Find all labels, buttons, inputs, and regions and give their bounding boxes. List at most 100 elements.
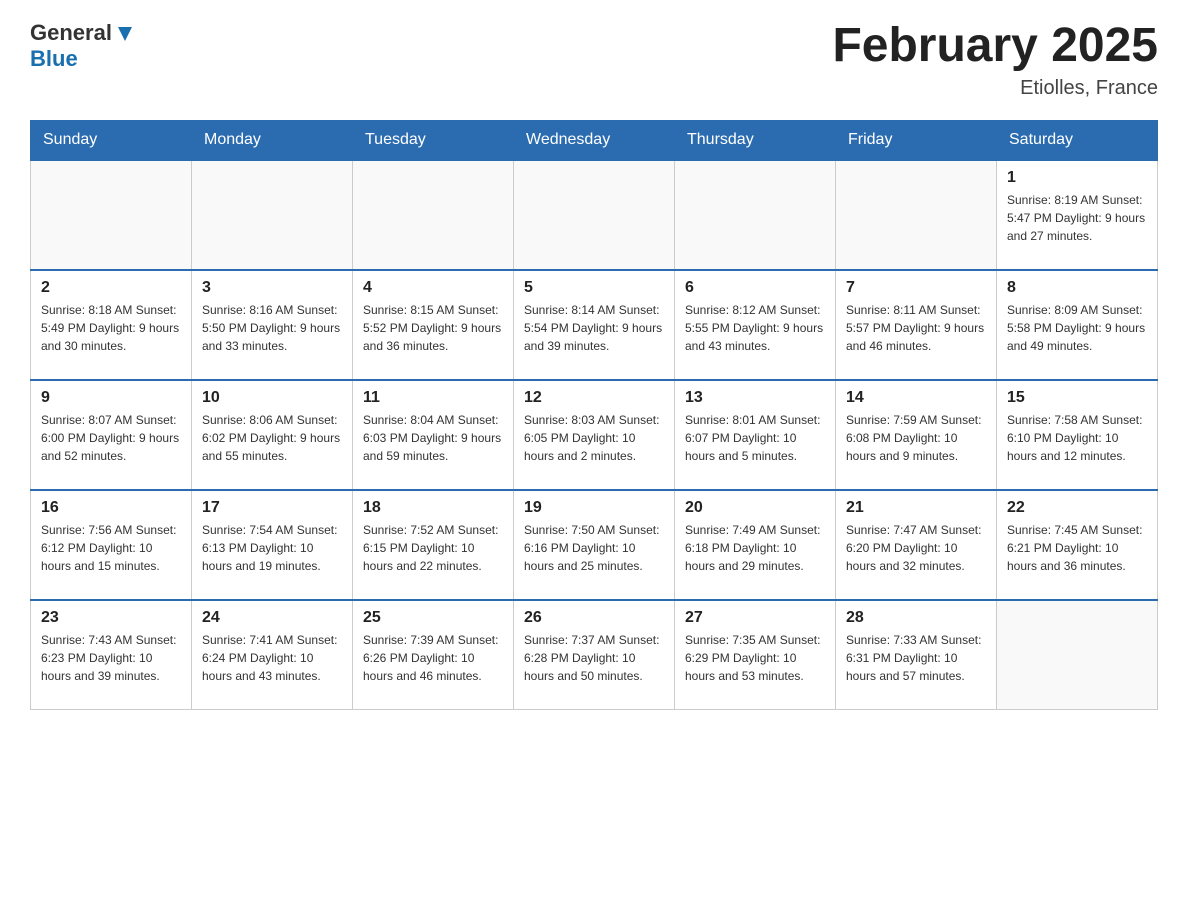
day-info: Sunrise: 8:04 AM Sunset: 6:03 PM Dayligh… (363, 411, 503, 465)
day-info: Sunrise: 7:33 AM Sunset: 6:31 PM Dayligh… (846, 631, 986, 685)
calendar-cell (997, 600, 1158, 710)
day-number: 9 (41, 389, 181, 407)
calendar-cell (836, 160, 997, 270)
day-info: Sunrise: 8:11 AM Sunset: 5:57 PM Dayligh… (846, 301, 986, 355)
calendar-cell: 28 Sunrise: 7:33 AM Sunset: 6:31 PM Dayli… (836, 600, 997, 710)
calendar-cell: 25 Sunrise: 7:39 AM Sunset: 6:26 PM Dayli… (353, 600, 514, 710)
calendar-cell: 13Sunrise: 8:01 AM Sunset: 6:07 PM Dayli… (675, 380, 836, 490)
day-number: 24 (202, 609, 342, 627)
day-info: Sunrise: 7:52 AM Sunset: 6:15 PM Dayligh… (363, 521, 503, 575)
header-friday: Friday (836, 120, 997, 160)
title-section: February 2025 Etiolles, France (832, 20, 1158, 100)
day-info: Sunrise: 7:35 AM Sunset: 6:29 PM Dayligh… (685, 631, 825, 685)
day-number: 16 (41, 499, 181, 517)
calendar-cell: 19 Sunrise: 7:50 AM Sunset: 6:16 PM Dayli… (514, 490, 675, 600)
calendar-cell: 1 Sunrise: 8:19 AM Sunset: 5:47 PM Daylig… (997, 160, 1158, 270)
calendar-cell: 17 Sunrise: 7:54 AM Sunset: 6:13 PM Dayli… (192, 490, 353, 600)
day-info: Sunrise: 7:58 AM Sunset: 6:10 PM Dayligh… (1007, 411, 1147, 465)
day-number: 5 (524, 279, 664, 297)
day-info: Sunrise: 8:16 AM Sunset: 5:50 PM Dayligh… (202, 301, 342, 355)
day-info: Sunrise: 7:39 AM Sunset: 6:26 PM Dayligh… (363, 631, 503, 685)
day-number: 13 (685, 389, 825, 407)
day-info: Sunrise: 7:49 AM Sunset: 6:18 PM Dayligh… (685, 521, 825, 575)
day-number: 6 (685, 279, 825, 297)
calendar-cell: 12 Sunrise: 8:03 AM Sunset: 6:05 PM Dayli… (514, 380, 675, 490)
week-row-1: 1 Sunrise: 8:19 AM Sunset: 5:47 PM Daylig… (31, 160, 1158, 270)
calendar-cell: 18 Sunrise: 7:52 AM Sunset: 6:15 PM Dayli… (353, 490, 514, 600)
calendar-cell: 22Sunrise: 7:45 AM Sunset: 6:21 PM Dayli… (997, 490, 1158, 600)
day-info: Sunrise: 7:45 AM Sunset: 6:21 PM Dayligh… (1007, 521, 1147, 575)
calendar-cell: 6 Sunrise: 8:12 AM Sunset: 5:55 PM Daylig… (675, 270, 836, 380)
day-info: Sunrise: 8:12 AM Sunset: 5:55 PM Dayligh… (685, 301, 825, 355)
day-number: 15 (1007, 389, 1147, 407)
calendar-cell: 3 Sunrise: 8:16 AM Sunset: 5:50 PM Daylig… (192, 270, 353, 380)
calendar-table: SundayMondayTuesdayWednesdayThursdayFrid… (30, 120, 1158, 711)
calendar-cell: 24 Sunrise: 7:41 AM Sunset: 6:24 PM Dayli… (192, 600, 353, 710)
location-label: Etiolles, France (832, 77, 1158, 100)
week-row-5: 23 Sunrise: 7:43 AM Sunset: 6:23 PM Dayli… (31, 600, 1158, 710)
calendar-cell: 11 Sunrise: 8:04 AM Sunset: 6:03 PM Dayli… (353, 380, 514, 490)
day-number: 18 (363, 499, 503, 517)
calendar-cell: 9 Sunrise: 8:07 AM Sunset: 6:00 PM Daylig… (31, 380, 192, 490)
calendar-cell: 14Sunrise: 7:59 AM Sunset: 6:08 PM Dayli… (836, 380, 997, 490)
header-saturday: Saturday (997, 120, 1158, 160)
calendar-cell: 27 Sunrise: 7:35 AM Sunset: 6:29 PM Dayli… (675, 600, 836, 710)
page-header: General Blue February 2025 Etiolles, Fra… (30, 20, 1158, 100)
calendar-cell (192, 160, 353, 270)
day-info: Sunrise: 7:50 AM Sunset: 6:16 PM Dayligh… (524, 521, 664, 575)
day-info: Sunrise: 8:03 AM Sunset: 6:05 PM Dayligh… (524, 411, 664, 465)
day-number: 23 (41, 609, 181, 627)
day-info: Sunrise: 8:15 AM Sunset: 5:52 PM Dayligh… (363, 301, 503, 355)
calendar-cell (31, 160, 192, 270)
day-number: 21 (846, 499, 986, 517)
header-sunday: Sunday (31, 120, 192, 160)
calendar-cell: 16Sunrise: 7:56 AM Sunset: 6:12 PM Dayli… (31, 490, 192, 600)
header-monday: Monday (192, 120, 353, 160)
day-number: 12 (524, 389, 664, 407)
calendar-cell (514, 160, 675, 270)
day-info: Sunrise: 7:37 AM Sunset: 6:28 PM Dayligh… (524, 631, 664, 685)
day-number: 14 (846, 389, 986, 407)
calendar-cell: 15 Sunrise: 7:58 AM Sunset: 6:10 PM Dayli… (997, 380, 1158, 490)
day-info: Sunrise: 7:43 AM Sunset: 6:23 PM Dayligh… (41, 631, 181, 685)
calendar-cell: 2Sunrise: 8:18 AM Sunset: 5:49 PM Daylig… (31, 270, 192, 380)
day-info: Sunrise: 8:18 AM Sunset: 5:49 PM Dayligh… (41, 301, 181, 355)
calendar-cell: 23 Sunrise: 7:43 AM Sunset: 6:23 PM Dayli… (31, 600, 192, 710)
day-info: Sunrise: 8:19 AM Sunset: 5:47 PM Dayligh… (1007, 191, 1147, 245)
day-info: Sunrise: 8:06 AM Sunset: 6:02 PM Dayligh… (202, 411, 342, 465)
calendar-cell: 21 Sunrise: 7:47 AM Sunset: 6:20 PM Dayli… (836, 490, 997, 600)
day-number: 20 (685, 499, 825, 517)
day-info: Sunrise: 8:07 AM Sunset: 6:00 PM Dayligh… (41, 411, 181, 465)
calendar-cell: 26 Sunrise: 7:37 AM Sunset: 6:28 PM Dayli… (514, 600, 675, 710)
calendar-cell: 20 Sunrise: 7:49 AM Sunset: 6:18 PM Dayli… (675, 490, 836, 600)
day-number: 26 (524, 609, 664, 627)
day-number: 3 (202, 279, 342, 297)
week-row-4: 16Sunrise: 7:56 AM Sunset: 6:12 PM Dayli… (31, 490, 1158, 600)
calendar-cell: 7 Sunrise: 8:11 AM Sunset: 5:57 PM Daylig… (836, 270, 997, 380)
day-number: 28 (846, 609, 986, 627)
day-info: Sunrise: 7:41 AM Sunset: 6:24 PM Dayligh… (202, 631, 342, 685)
day-number: 7 (846, 279, 986, 297)
day-number: 19 (524, 499, 664, 517)
header-tuesday: Tuesday (353, 120, 514, 160)
day-info: Sunrise: 8:14 AM Sunset: 5:54 PM Dayligh… (524, 301, 664, 355)
day-number: 11 (363, 389, 503, 407)
day-info: Sunrise: 7:54 AM Sunset: 6:13 PM Dayligh… (202, 521, 342, 575)
logo-general-text: General (30, 20, 112, 46)
day-info: Sunrise: 7:47 AM Sunset: 6:20 PM Dayligh… (846, 521, 986, 575)
calendar-title: February 2025 (832, 20, 1158, 73)
calendar-cell: 4Sunrise: 8:15 AM Sunset: 5:52 PM Daylig… (353, 270, 514, 380)
day-number: 1 (1007, 169, 1147, 187)
day-info: Sunrise: 8:09 AM Sunset: 5:58 PM Dayligh… (1007, 301, 1147, 355)
logo-triangle-icon (114, 23, 136, 45)
week-row-3: 9 Sunrise: 8:07 AM Sunset: 6:00 PM Daylig… (31, 380, 1158, 490)
day-number: 8 (1007, 279, 1147, 297)
day-number: 27 (685, 609, 825, 627)
header-row: SundayMondayTuesdayWednesdayThursdayFrid… (31, 120, 1158, 160)
calendar-cell (675, 160, 836, 270)
logo: General Blue (30, 20, 136, 72)
day-number: 25 (363, 609, 503, 627)
day-number: 10 (202, 389, 342, 407)
day-number: 17 (202, 499, 342, 517)
calendar-cell: 5 Sunrise: 8:14 AM Sunset: 5:54 PM Daylig… (514, 270, 675, 380)
